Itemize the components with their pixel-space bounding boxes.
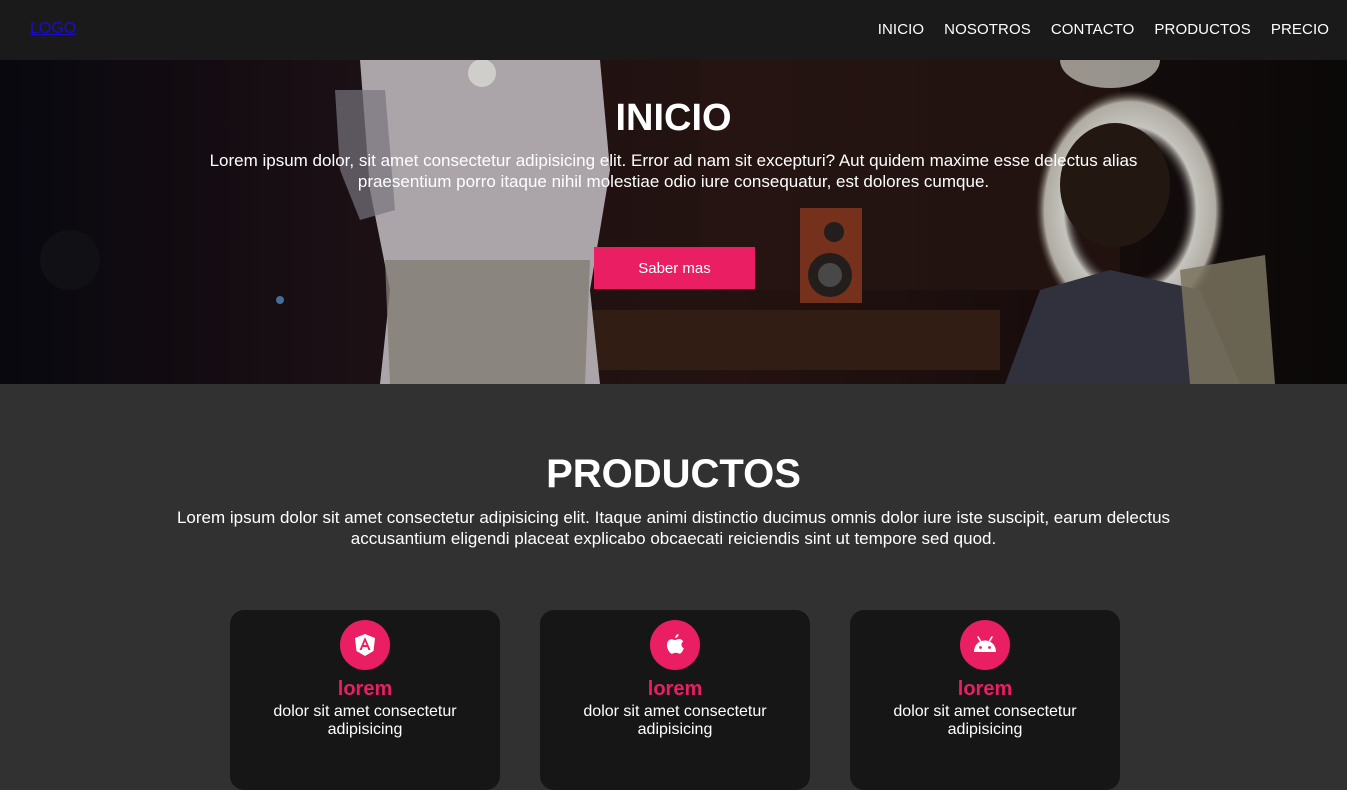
card-title: lorem [337, 678, 393, 700]
angular-icon [340, 620, 390, 670]
product-card[interactable]: lorem dolor sit amet consectetur adipisi… [230, 610, 500, 790]
nav-link-contacto[interactable]: CONTACTO [1051, 21, 1135, 38]
hero-section: INICIO Lorem ipsum dolor, sit amet conse… [0, 60, 1347, 384]
products-description: Lorem ipsum dolor sit amet consectetur a… [176, 508, 1171, 548]
apple-icon [650, 620, 700, 670]
nav-link-productos[interactable]: PRODUCTOS [1154, 21, 1250, 38]
products-section: PRODUCTOS Lorem ipsum dolor sit amet con… [0, 384, 1347, 790]
nav-links: INICIO NOSOTROS CONTACTO PRODUCTOS PRECI… [878, 21, 1329, 38]
nav-link-precio[interactable]: PRECIO [1271, 21, 1329, 38]
card-title: lorem [957, 678, 1013, 700]
nav-link-nosotros[interactable]: NOSOTROS [944, 21, 1031, 38]
card-text: dolor sit amet consectetur adipisicing [583, 703, 767, 738]
saber-mas-button[interactable]: Saber mas [594, 247, 755, 289]
product-card[interactable]: lorem dolor sit amet consectetur adipisi… [540, 610, 810, 790]
products-title: PRODUCTOS [546, 452, 801, 496]
nav-link-inicio[interactable]: INICIO [878, 21, 924, 38]
hero-description: Lorem ipsum dolor, sit amet consectetur … [209, 151, 1138, 191]
card-text: dolor sit amet consectetur adipisicing [893, 703, 1077, 738]
android-icon [960, 620, 1010, 670]
product-card[interactable]: lorem dolor sit amet consectetur adipisi… [850, 610, 1120, 790]
card-text: dolor sit amet consectetur adipisicing [273, 703, 457, 738]
navbar: LOGO INICIO NOSOTROS CONTACTO PRODUCTOS … [0, 0, 1347, 60]
card-title: lorem [647, 678, 703, 700]
logo-link[interactable]: LOGO [30, 20, 76, 38]
hero-title: INICIO [615, 97, 732, 139]
